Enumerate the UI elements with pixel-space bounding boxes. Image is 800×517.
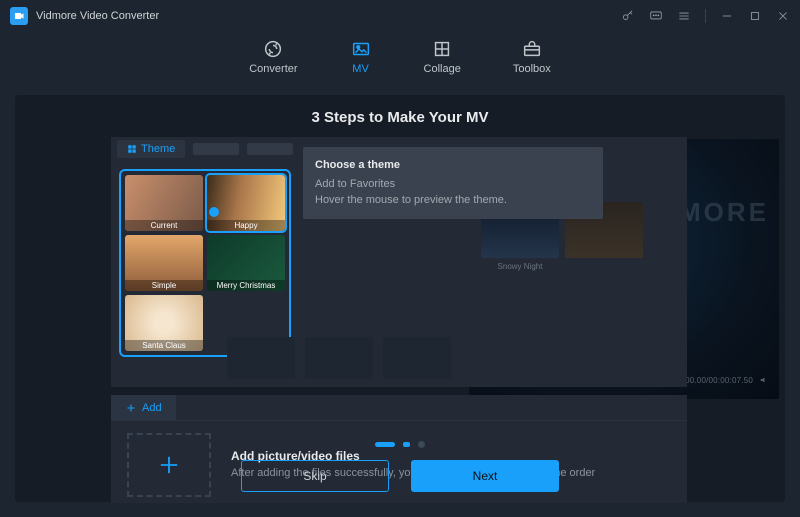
theme-caption: Simple (125, 280, 203, 291)
theme-grid: Current Happy Simple Merry Christmas San… (125, 175, 285, 351)
toolbox-icon (521, 38, 543, 60)
top-nav: Converter MV Collage Toolbox (0, 32, 800, 87)
nav-label: Toolbox (513, 63, 551, 75)
theme-panel: Theme Current Happy Simple Merry Christm… (111, 137, 687, 387)
grid-icon (127, 144, 137, 154)
key-icon[interactable] (621, 9, 635, 23)
nav-collage[interactable]: Collage (424, 38, 461, 75)
titlebar-left: Vidmore Video Converter (10, 7, 159, 25)
step-dot[interactable] (375, 442, 395, 447)
theme-item[interactable] (383, 337, 451, 379)
tab-placeholder[interactable] (247, 143, 293, 155)
titlebar-right (621, 9, 790, 23)
add-label: Add (142, 402, 162, 414)
button-label: Skip (303, 469, 326, 483)
add-header: Add (111, 395, 687, 421)
maximize-icon[interactable] (748, 9, 762, 23)
skip-button[interactable]: Skip (241, 460, 389, 492)
theme-item[interactable] (227, 337, 295, 379)
plus-icon (155, 451, 183, 479)
app-title: Vidmore Video Converter (36, 10, 159, 22)
app-logo-icon (10, 7, 28, 25)
collage-icon (431, 38, 453, 60)
tooltip-line: Hover the mouse to preview the theme. (315, 192, 591, 209)
converter-icon (262, 38, 284, 60)
theme-caption: Santa Claus (125, 340, 203, 351)
theme-caption: Current (125, 220, 203, 231)
minimize-icon[interactable] (720, 9, 734, 23)
theme-caption: Merry Christmas (207, 280, 285, 291)
theme-happy[interactable]: Happy (207, 175, 285, 231)
theme-santa-claus[interactable]: Santa Claus (125, 295, 203, 351)
next-button[interactable]: Next (411, 460, 559, 492)
tab-label: Theme (141, 143, 175, 155)
theme-current[interactable]: Current (125, 175, 203, 231)
tooltip-title: Choose a theme (315, 157, 591, 174)
nav-label: Converter (249, 63, 297, 75)
volume-icon[interactable] (759, 375, 769, 385)
stage-title: 3 Steps to Make Your MV (15, 109, 785, 126)
theme-caption: Happy (207, 220, 285, 231)
theme-grid-highlight: Current Happy Simple Merry Christmas San… (119, 169, 291, 357)
divider (705, 9, 706, 23)
theme-merry-christmas[interactable]: Merry Christmas (207, 235, 285, 291)
dropzone[interactable] (127, 433, 211, 497)
nav-toolbox[interactable]: Toolbox (513, 38, 551, 75)
button-label: Next (473, 469, 498, 483)
step-dots (375, 441, 425, 448)
tooltip-line: Add to Favorites (315, 176, 591, 193)
plus-icon (125, 402, 137, 414)
theme-item[interactable] (305, 337, 373, 379)
nav-label: Collage (424, 63, 461, 75)
nav-label: MV (352, 63, 369, 75)
close-icon[interactable] (776, 9, 790, 23)
step-dot[interactable] (418, 441, 425, 448)
mv-icon (350, 38, 372, 60)
theme-dim-row (227, 337, 451, 379)
nav-mv[interactable]: MV (350, 38, 372, 75)
titlebar: Vidmore Video Converter (0, 0, 800, 32)
feedback-icon[interactable] (649, 9, 663, 23)
tab-placeholder[interactable] (193, 143, 239, 155)
step-dot[interactable] (403, 442, 410, 447)
onboarding-stage: 3 Steps to Make Your MV DMORE 00:00:00.0… (15, 95, 785, 502)
add-button[interactable]: Add (111, 395, 176, 420)
nav-converter[interactable]: Converter (249, 38, 297, 75)
bottom-buttons: Skip Next (241, 460, 559, 492)
theme-simple[interactable]: Simple (125, 235, 203, 291)
menu-icon[interactable] (677, 9, 691, 23)
theme-caption: Snowy Night (481, 262, 559, 271)
tab-theme[interactable]: Theme (117, 140, 185, 158)
theme-tooltip: Choose a theme Add to Favorites Hover th… (303, 147, 603, 219)
